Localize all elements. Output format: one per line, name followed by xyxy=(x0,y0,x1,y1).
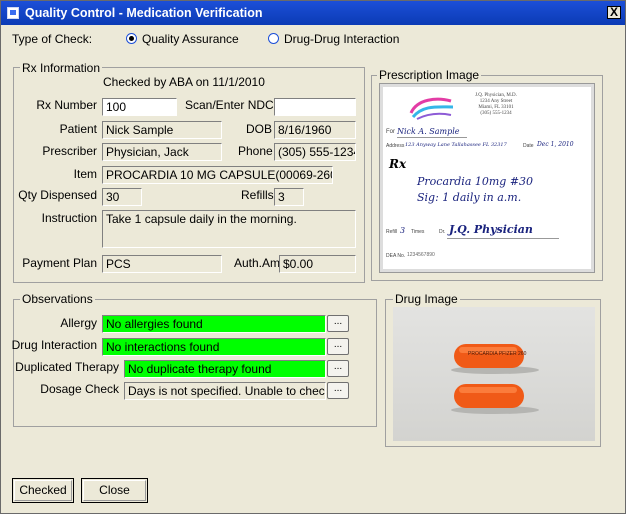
doctor-header: J.Q. Physician, M.D. 1234 Any Street Mia… xyxy=(461,93,531,117)
patient-label: Patient xyxy=(59,122,97,136)
rx-refill-label: Refill xyxy=(386,229,398,235)
prescription-paper: J.Q. Physician, M.D. 1234 Any Street Mia… xyxy=(383,87,591,269)
dosage-check-label: Dosage Check xyxy=(40,382,119,396)
close-button[interactable]: Close xyxy=(81,478,148,503)
rx-drug-line: Procardia 10mg #30 xyxy=(417,175,534,188)
radio-drug-drug-interaction-label[interactable]: Drug-Drug Interaction xyxy=(284,32,399,46)
drug-image: PROCARDIA PFIZER 260 xyxy=(393,307,595,441)
app-icon xyxy=(7,7,19,19)
radio-drug-drug-interaction[interactable] xyxy=(268,33,279,44)
rx-date-value: Dec 1, 2010 xyxy=(537,141,574,148)
phone-label: Phone xyxy=(238,144,273,158)
rx-dr-label: Dr. xyxy=(439,229,446,235)
drug-interaction-status-field: No interactions found xyxy=(102,338,326,356)
rx-signature-line xyxy=(447,238,559,239)
instruction-label: Instruction xyxy=(41,211,97,225)
observations-legend: Observations xyxy=(20,292,95,306)
radio-quality-assurance-label[interactable]: Quality Assurance xyxy=(142,32,239,46)
close-window-button[interactable]: X xyxy=(607,6,621,19)
rx-dea-value: 1234567890 xyxy=(407,252,435,258)
capsule-imprint: PROCARDIA PFIZER 260 xyxy=(468,351,527,357)
prescriber-label: Prescriber xyxy=(42,144,97,158)
prescription-image: J.Q. Physician, M.D. 1234 Any Street Mia… xyxy=(379,83,595,273)
qty-dispensed-field: 30 xyxy=(102,188,142,206)
refills-label: Refills xyxy=(241,188,274,202)
rx-refill-value: 3 xyxy=(400,226,406,235)
medication-verification-window: Quality Control - Medication Verificatio… xyxy=(0,0,626,514)
auth-amt-field: $0.00 xyxy=(279,255,356,273)
rx-sig-line: Sig: 1 daily in a.m. xyxy=(417,191,522,204)
item-label: Item xyxy=(73,167,97,181)
phone-field: (305) 555-1234 xyxy=(274,143,356,161)
rx-for-value: Nick A. Sample xyxy=(397,127,460,136)
dosage-check-details-button[interactable]: ... xyxy=(327,382,349,399)
checked-by-text: Checked by ABA on 11/1/2010 xyxy=(103,75,265,89)
item-field: PROCARDIA 10 MG CAPSULE(00069-2600-66) xyxy=(102,166,333,184)
allergy-status-field: No allergies found xyxy=(102,315,326,333)
type-of-check-label: Type of Check: xyxy=(12,32,93,46)
refills-field: 3 xyxy=(274,188,304,206)
ndc-input[interactable] xyxy=(274,98,356,116)
duplicated-therapy-status-field: No duplicate therapy found xyxy=(124,360,326,378)
radio-quality-assurance[interactable] xyxy=(126,33,137,44)
duplicated-therapy-details-button[interactable]: ... xyxy=(327,360,349,377)
dosage-check-status-field: Days is not specified. Unable to check. xyxy=(124,382,326,400)
dob-field: 8/16/1960 xyxy=(274,121,356,139)
capsule-photo xyxy=(451,344,539,414)
doctor-header-phone: (305) 555-1234 xyxy=(480,111,512,116)
rx-symbol: Rx xyxy=(389,157,407,171)
rx-dea-label: DEA No. xyxy=(386,253,406,259)
rx-date-label: Date xyxy=(523,143,534,149)
rx-address-value: 123 Anyway Lane Tallahassee FL 32317 xyxy=(405,142,507,148)
patient-field: Nick Sample xyxy=(102,121,222,139)
rx-number-input[interactable]: 100 xyxy=(102,98,177,116)
duplicated-therapy-label: Duplicated Therapy xyxy=(15,360,119,374)
rx-times-label: Times xyxy=(411,229,425,235)
rx-address-label: Address xyxy=(386,143,405,149)
window-title: Quality Control - Medication Verificatio… xyxy=(25,6,263,20)
drug-interaction-label: Drug Interaction xyxy=(11,338,97,352)
rx-signature: J.Q. Physician xyxy=(449,223,533,236)
title-bar[interactable]: Quality Control - Medication Verificatio… xyxy=(1,1,625,25)
qty-dispensed-label: Qty Dispensed xyxy=(18,188,97,202)
drug-interaction-details-button[interactable]: ... xyxy=(327,338,349,355)
drug-image-legend: Drug Image xyxy=(393,292,460,306)
ndc-label: Scan/Enter NDC xyxy=(185,98,274,112)
rx-for-label: For xyxy=(386,129,395,135)
payment-plan-field: PCS xyxy=(102,255,222,273)
allergy-details-button[interactable]: ... xyxy=(327,315,349,332)
rx-information-legend: Rx Information xyxy=(20,61,103,75)
instruction-field: Take 1 capsule daily in the morning. xyxy=(102,210,356,248)
rx-for-line xyxy=(397,137,467,138)
rx-number-label: Rx Number xyxy=(36,98,97,112)
allergy-label: Allergy xyxy=(60,316,97,330)
dob-label: DOB xyxy=(246,122,273,136)
auth-amt-label: Auth.Amt xyxy=(234,256,284,270)
payment-plan-label: Payment Plan xyxy=(22,256,97,270)
prescription-logo xyxy=(409,97,454,120)
checked-button[interactable]: Checked xyxy=(12,478,74,503)
prescription-image-legend: Prescription Image xyxy=(377,68,482,82)
prescriber-field: Physician, Jack xyxy=(102,143,222,161)
